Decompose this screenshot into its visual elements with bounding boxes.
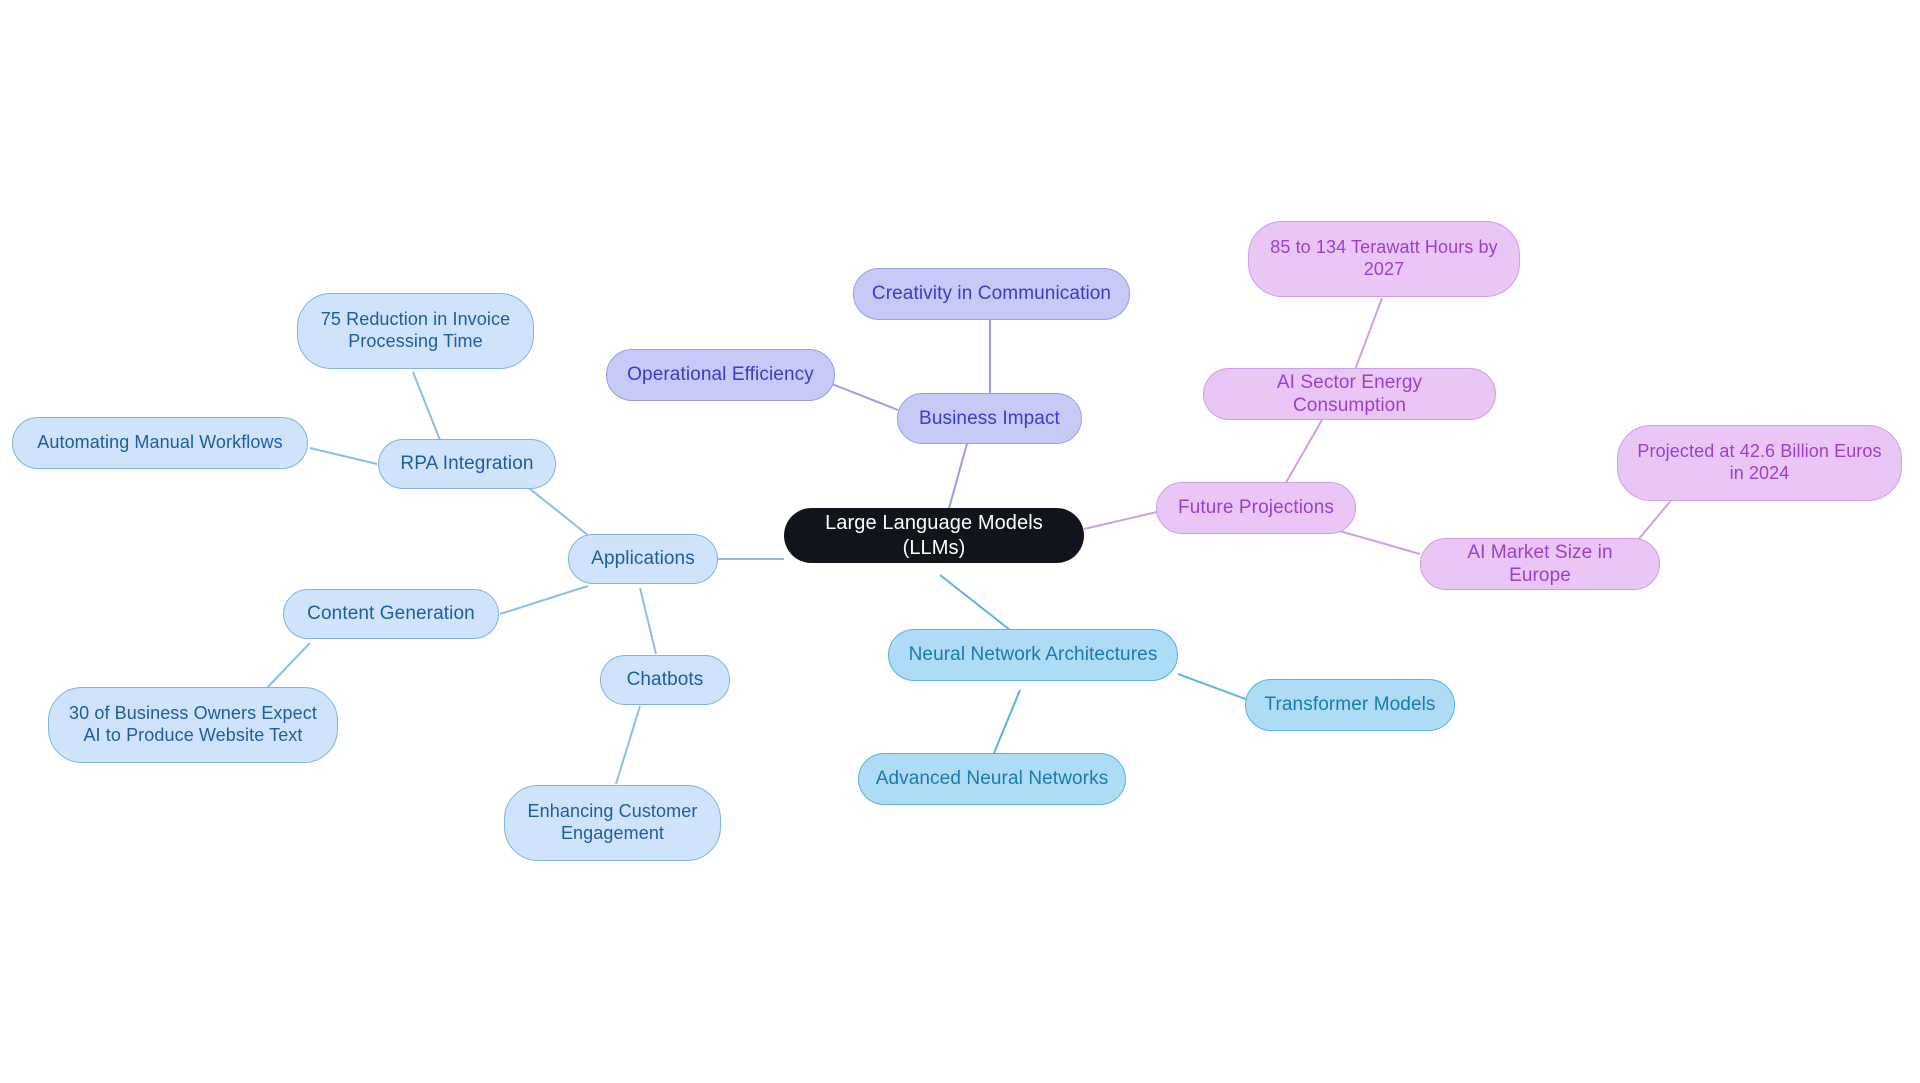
- node-business-owners-expect[interactable]: 30 of Business Owners Expect AI to Produ…: [48, 687, 338, 763]
- node-content-generation-label: Content Generation: [307, 603, 475, 625]
- edge-content-owners: [264, 642, 311, 691]
- node-future-projections[interactable]: Future Projections: [1156, 482, 1356, 534]
- node-operational-efficiency[interactable]: Operational Efficiency: [606, 349, 835, 401]
- edge-chatbots-engagement: [615, 705, 641, 785]
- node-customer-engagement-label: Enhancing Customer Engagement: [527, 801, 698, 843]
- edge-rpa-invoice: [412, 371, 441, 441]
- edge-impact-efficiency: [831, 383, 899, 411]
- node-automating-manual-workflows-label: Automating Manual Workflows: [37, 432, 283, 453]
- mindmap-canvas: Large Language Models (LLMs) Application…: [0, 0, 1920, 1083]
- node-business-impact[interactable]: Business Impact: [897, 393, 1082, 444]
- node-creativity-communication[interactable]: Creativity in Communication: [853, 268, 1130, 320]
- node-ai-sector-energy-label: AI Sector Energy Consumption: [1276, 371, 1423, 416]
- node-ai-sector-energy[interactable]: AI Sector Energy Consumption: [1203, 368, 1496, 420]
- node-chatbots-label: Chatbots: [626, 669, 704, 691]
- edge-neural-advanced: [991, 689, 1021, 759]
- node-business-impact-label: Business Impact: [919, 407, 1060, 429]
- node-transformer-models[interactable]: Transformer Models: [1245, 679, 1455, 731]
- node-ai-market-size[interactable]: AI Market Size in Europe: [1420, 538, 1660, 590]
- node-content-generation[interactable]: Content Generation: [283, 589, 499, 639]
- node-neural-network-architectures[interactable]: Neural Network Architectures: [888, 629, 1178, 681]
- edge-applications-content: [499, 585, 589, 615]
- node-projected-billion-euros[interactable]: Projected at 42.6 Billion Euros in 2024: [1617, 425, 1902, 501]
- node-advanced-neural-networks[interactable]: Advanced Neural Networks: [858, 753, 1126, 805]
- node-customer-engagement[interactable]: Enhancing Customer Engagement: [504, 785, 721, 861]
- node-future-projections-label: Future Projections: [1178, 497, 1334, 519]
- node-business-owners-expect-label: 30 of Business Owners Expect AI to Produ…: [69, 703, 317, 745]
- node-applications-label: Applications: [591, 548, 695, 570]
- node-root-label: Large Language Models (LLMs): [825, 512, 1043, 559]
- node-transformer-models-label: Transformer Models: [1264, 694, 1436, 716]
- node-ai-market-size-label: AI Market Size in Europe: [1467, 541, 1613, 586]
- node-chatbots[interactable]: Chatbots: [600, 655, 730, 705]
- edge-applications-rpa: [519, 480, 590, 537]
- edge-rpa-automating: [309, 447, 378, 465]
- node-invoice-reduction[interactable]: 75 Reduction in Invoice Processing Time: [297, 293, 534, 369]
- node-advanced-neural-networks-label: Advanced Neural Networks: [875, 768, 1109, 790]
- node-automating-manual-workflows[interactable]: Automating Manual Workflows: [12, 417, 308, 469]
- edge-root-neural: [939, 574, 1011, 631]
- edge-root-business-impact: [947, 439, 969, 513]
- node-terawatt-hours-label: 85 to 134 Terawatt Hours by 2027: [1270, 237, 1498, 279]
- node-neural-network-architectures-label: Neural Network Architectures: [908, 644, 1158, 666]
- node-root[interactable]: Large Language Models (LLMs): [784, 508, 1084, 563]
- node-rpa-integration-label: RPA Integration: [400, 453, 534, 475]
- node-rpa-integration[interactable]: RPA Integration: [378, 439, 556, 489]
- node-operational-efficiency-label: Operational Efficiency: [627, 364, 814, 386]
- node-creativity-communication-label: Creativity in Communication: [871, 283, 1112, 305]
- edge-applications-chatbots: [639, 587, 657, 655]
- edge-neural-transformer: [1177, 673, 1249, 701]
- node-projected-billion-euros-label: Projected at 42.6 Billion Euros in 2024: [1637, 441, 1882, 483]
- node-terawatt-hours[interactable]: 85 to 134 Terawatt Hours by 2027: [1248, 221, 1520, 297]
- edge-energy-terawatt: [1354, 297, 1383, 371]
- edge-root-future: [1083, 511, 1158, 530]
- node-invoice-reduction-label: 75 Reduction in Invoice Processing Time: [320, 309, 511, 351]
- node-applications[interactable]: Applications: [568, 534, 718, 584]
- edge-future-energy: [1283, 419, 1323, 487]
